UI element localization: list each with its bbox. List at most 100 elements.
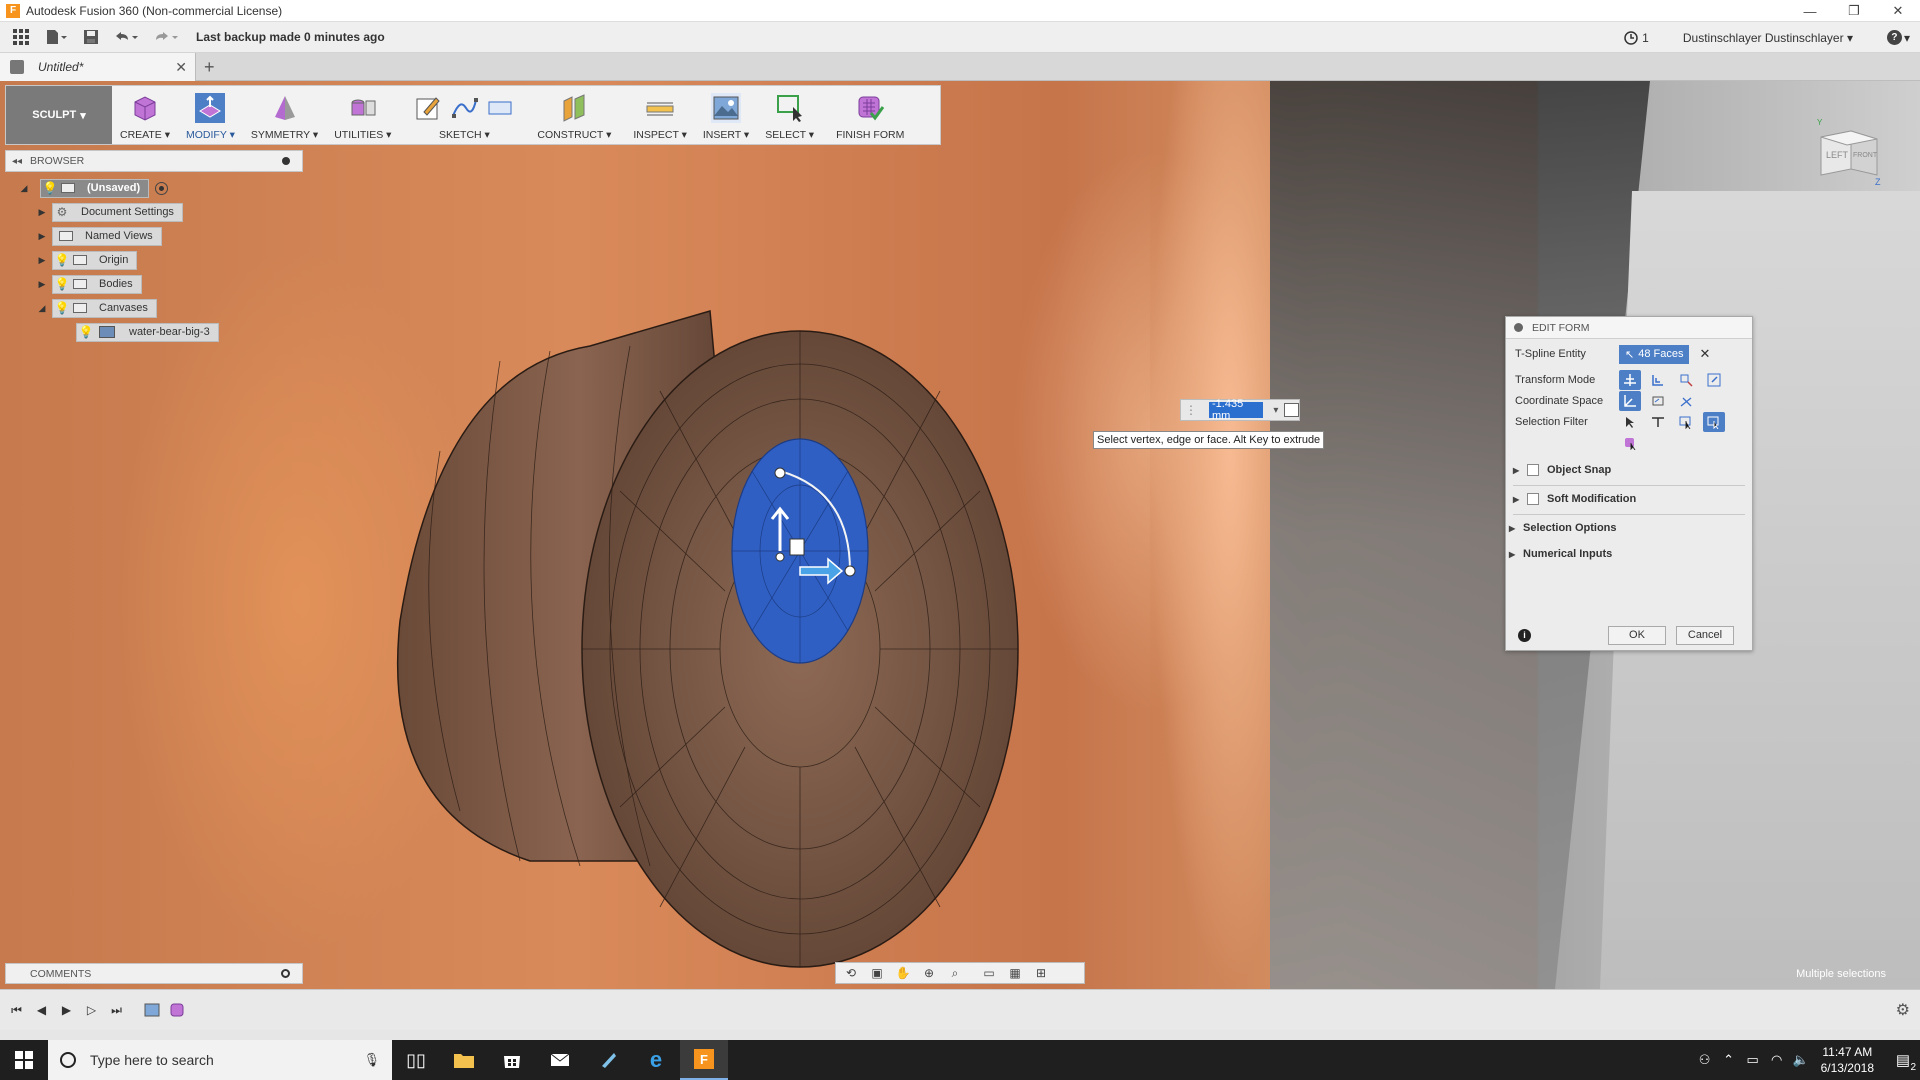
add-comment-icon[interactable] xyxy=(281,969,290,978)
select-icon[interactable] xyxy=(775,93,805,123)
gear-icon[interactable]: ⚙ xyxy=(1896,1000,1910,1020)
taskbar-search[interactable]: Type here to search 🎙 xyxy=(48,1040,392,1080)
selection-options-section[interactable]: ▶ Selection Options xyxy=(1509,517,1741,539)
activate-radio-icon[interactable] xyxy=(155,181,169,195)
save-icon[interactable] xyxy=(76,23,106,51)
finish-form-group[interactable]: FINISH FORM xyxy=(822,86,912,144)
step-back-icon[interactable]: ◀ xyxy=(29,999,54,1021)
collapse-toggle-icon[interactable]: ◢ xyxy=(18,182,30,194)
local-space-icon[interactable] xyxy=(1675,391,1697,411)
expand-toggle-icon[interactable]: ▶ xyxy=(36,230,48,242)
form-feature-icon[interactable] xyxy=(164,999,189,1021)
store-icon[interactable] xyxy=(488,1040,536,1080)
close-tab-icon[interactable]: ✕ xyxy=(175,59,187,76)
finish-form-icon[interactable] xyxy=(855,93,885,123)
multi-transform-icon[interactable] xyxy=(1619,370,1641,390)
sketch-group[interactable]: SKETCH ▾ xyxy=(399,86,523,144)
microphone-icon[interactable]: 🎙 xyxy=(363,1052,380,1068)
edit-form-icon[interactable] xyxy=(195,93,226,123)
all-filter-icon[interactable] xyxy=(1703,412,1725,432)
visibility-bulb-icon[interactable]: 💡 xyxy=(53,301,71,315)
utilities-group[interactable]: UTILITIES ▾ xyxy=(326,86,399,144)
tree-item-named-views[interactable]: ▶ Named Views xyxy=(36,226,162,246)
play-icon[interactable]: ▶ xyxy=(54,999,79,1021)
tab-untitled[interactable]: Untitled* ✕ xyxy=(0,53,196,81)
face-filter-icon[interactable] xyxy=(1675,412,1697,432)
scale-icon[interactable] xyxy=(1703,370,1725,390)
job-status[interactable]: 1 xyxy=(1624,31,1649,45)
tspline-entity-selector[interactable]: ↖ 48 Faces xyxy=(1619,344,1690,364)
pan-icon[interactable]: ✋ xyxy=(894,965,912,981)
project-icon[interactable] xyxy=(485,93,515,123)
object-snap-section[interactable]: ▶ Object Snap xyxy=(1513,459,1745,481)
view-space-icon[interactable] xyxy=(1647,391,1669,411)
tspline-body[interactable] xyxy=(380,251,1030,989)
measure-icon[interactable] xyxy=(645,93,675,123)
go-to-start-icon[interactable]: ⏮ xyxy=(4,999,29,1021)
collapse-toggle-icon[interactable]: ◢ xyxy=(36,302,48,314)
pin-icon[interactable] xyxy=(282,157,290,165)
expand-arrow-icon[interactable]: ▶ xyxy=(1509,524,1523,533)
user-menu[interactable]: Dustinschlayer Dustinschlayer ▾ xyxy=(1683,31,1853,45)
tree-item-document-settings[interactable]: ▶ ⚙ Document Settings xyxy=(36,202,183,222)
visibility-bulb-icon[interactable]: 💡 xyxy=(53,277,71,291)
help-button[interactable]: ? ▾ xyxy=(1886,30,1910,45)
look-at-icon[interactable]: ▣ xyxy=(868,965,886,981)
clear-selection-icon[interactable]: ✕ xyxy=(1699,346,1710,362)
close-window-button[interactable]: ✕ xyxy=(1876,0,1920,22)
rotate-icon[interactable] xyxy=(1675,370,1697,390)
undo-icon[interactable] xyxy=(106,23,146,51)
create-sketch-icon[interactable] xyxy=(413,93,443,123)
volume-icon[interactable]: 🔈 xyxy=(1789,1052,1813,1068)
expand-arrow-icon[interactable]: ▶ xyxy=(1513,466,1527,475)
wifi-icon[interactable]: ◠ xyxy=(1765,1052,1789,1068)
sketchbook-icon[interactable] xyxy=(584,1040,632,1080)
tree-item-unsaved[interactable]: ◢ 💡 (Unsaved) xyxy=(18,178,169,198)
select-group[interactable]: SELECT ▾ xyxy=(757,86,822,144)
soft-modification-section[interactable]: ▶ Soft Modification xyxy=(1513,488,1745,510)
symmetry-group[interactable]: SYMMETRY ▾ xyxy=(243,86,326,144)
visibility-bulb-icon[interactable]: 💡 xyxy=(53,253,71,267)
view-cube[interactable]: LEFT FRONT Y Z xyxy=(1815,117,1885,187)
zoom-icon[interactable]: ⊕ xyxy=(920,965,938,981)
collapse-icon[interactable]: ◂◂ xyxy=(12,156,22,167)
numerical-inputs-section[interactable]: ▶ Numerical Inputs xyxy=(1509,543,1741,565)
file-menu-icon[interactable] xyxy=(36,23,76,51)
canvas-feature-icon[interactable] xyxy=(139,999,164,1021)
fusion360-taskbar-icon[interactable]: F xyxy=(680,1040,728,1080)
expand-toggle-icon[interactable]: ▶ xyxy=(36,206,48,218)
people-icon[interactable]: ⚇ xyxy=(1693,1052,1717,1068)
edge-filter-icon[interactable] xyxy=(1647,412,1669,432)
soft-modification-checkbox[interactable] xyxy=(1527,493,1539,505)
spline-icon[interactable] xyxy=(449,93,479,123)
insert-group[interactable]: INSERT ▾ xyxy=(695,86,757,144)
tree-item-canvas-image[interactable]: 💡 water-bear-big-3 xyxy=(76,322,219,342)
dialog-header[interactable]: EDIT FORM xyxy=(1506,317,1752,339)
info-icon[interactable]: i xyxy=(1518,628,1531,642)
workspace-switcher[interactable]: SCULPT ▾ xyxy=(6,86,112,144)
battery-icon[interactable]: ▭ xyxy=(1741,1052,1765,1068)
expand-toggle-icon[interactable]: ▶ xyxy=(36,254,48,266)
visibility-bulb-icon[interactable]: 💡 xyxy=(41,181,59,195)
edge-browser-icon[interactable]: e xyxy=(632,1040,680,1080)
create-group[interactable]: CREATE ▾ xyxy=(112,86,178,144)
construct-plane-icon[interactable] xyxy=(559,93,589,123)
taskbar-clock[interactable]: 11:47 AM 6/13/2018 xyxy=(1821,1044,1874,1076)
expand-toggle-icon[interactable]: ▶ xyxy=(36,278,48,290)
tree-item-canvases[interactable]: ◢ 💡 Canvases xyxy=(36,298,157,318)
task-view-icon[interactable]: ▯▯ xyxy=(392,1040,440,1080)
browser-panel-header[interactable]: ◂◂ BROWSER xyxy=(5,150,303,172)
chevron-down-icon[interactable]: ▾ xyxy=(1273,405,1278,416)
modify-group[interactable]: MODIFY ▾ xyxy=(178,86,243,144)
expand-arrow-icon[interactable]: ▶ xyxy=(1509,550,1523,559)
vertex-filter-icon[interactable] xyxy=(1619,412,1641,432)
grid-settings-icon[interactable]: ▦ xyxy=(1006,965,1024,981)
start-button[interactable] xyxy=(0,1040,48,1080)
minimize-button[interactable]: — xyxy=(1788,0,1832,22)
restore-button[interactable]: ❐ xyxy=(1832,0,1876,22)
translate-icon[interactable] xyxy=(1647,370,1669,390)
mail-icon[interactable] xyxy=(536,1040,584,1080)
action-center-icon[interactable]: ▤ 2 xyxy=(1886,1051,1920,1073)
fit-icon[interactable]: ⌕ xyxy=(946,965,964,981)
go-to-end-icon[interactable]: ⏭ xyxy=(104,999,129,1021)
